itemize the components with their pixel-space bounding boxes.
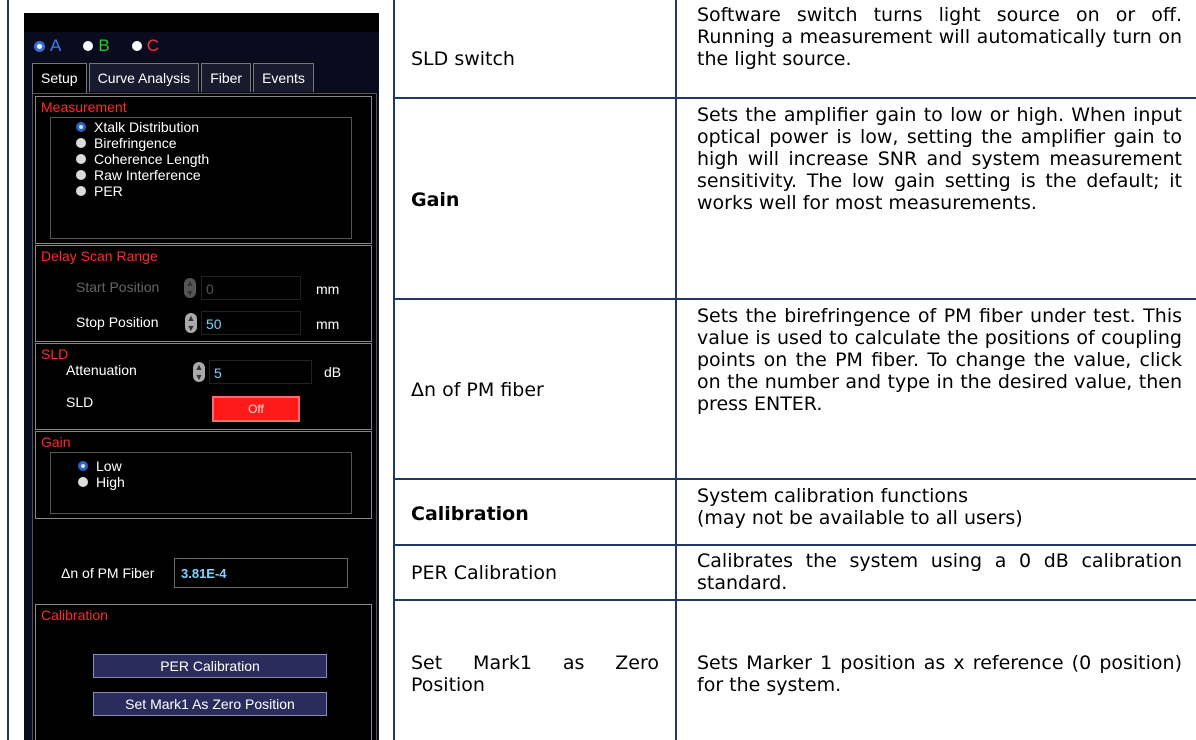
- row-description: Sets the birefringence of PM fiber under…: [697, 305, 1182, 415]
- option-label: Coherence Length: [94, 151, 210, 167]
- channel-selector: A B C: [34, 34, 181, 58]
- row-name: Gain: [411, 189, 460, 211]
- start-position-label: Start Position: [76, 279, 160, 295]
- row-divider: [393, 97, 1196, 99]
- group-title: Delay Scan Range: [41, 248, 158, 264]
- measurement-group: Measurement Xtalk Distribution Birefring…: [35, 96, 372, 244]
- panel-top-bar: [24, 13, 379, 32]
- stop-position-label: Stop Position: [76, 314, 159, 330]
- stop-position-input[interactable]: 50: [201, 311, 301, 335]
- channel-a-radio[interactable]: A: [34, 36, 61, 56]
- measurement-option[interactable]: Raw Interference: [76, 167, 209, 183]
- row-name: Calibration: [411, 503, 529, 525]
- gain-group: Gain Low High: [35, 431, 372, 519]
- stop-unit: mm: [316, 316, 340, 332]
- per-calibration-button[interactable]: PER Calibration: [93, 654, 327, 678]
- row-name: SLD switch: [411, 48, 515, 70]
- tab-bar: Setup Curve Analysis Fiber Events: [32, 63, 316, 94]
- calibration-group: Calibration PER Calibration Set Mark1 As…: [35, 604, 372, 740]
- radio-icon: [76, 186, 86, 196]
- tab-events[interactable]: Events: [253, 63, 314, 92]
- attenuation-spinner-icon[interactable]: ▲ ▼: [193, 362, 205, 382]
- measurement-options: Xtalk Distribution Birefringence Coheren…: [76, 119, 209, 199]
- setup-panel: Measurement Xtalk Distribution Birefring…: [32, 93, 377, 740]
- row-divider: [393, 599, 1196, 601]
- tab-setup[interactable]: Setup: [32, 63, 87, 94]
- radio-selected-icon: [76, 122, 86, 132]
- sld-group: SLD Attenuation ▲ ▼ 5 dB SLD Off: [35, 343, 372, 430]
- row-divider: [393, 478, 1196, 480]
- group-title: Measurement: [41, 99, 127, 115]
- row-description: (may not be available to all users): [697, 507, 1023, 529]
- channel-label: C: [146, 36, 159, 55]
- sld-switch-button[interactable]: Off: [212, 396, 300, 422]
- start-unit: mm: [316, 281, 340, 297]
- radio-icon: [76, 154, 86, 164]
- channel-c-radio[interactable]: C: [131, 36, 159, 56]
- software-screenshot: A B C Setup Curve Analysis Fiber Events …: [24, 13, 379, 740]
- channel-b-radio[interactable]: B: [83, 36, 110, 56]
- radio-selected-icon: [34, 40, 45, 52]
- option-label: Low: [96, 458, 122, 474]
- tab-fiber[interactable]: Fiber: [201, 63, 252, 92]
- row-description: Sets the amplifier gain to low or high. …: [697, 104, 1182, 214]
- gain-options: Low High: [78, 458, 125, 490]
- channel-label: B: [98, 36, 110, 55]
- option-label: Raw Interference: [94, 167, 201, 183]
- channel-label: A: [50, 36, 62, 55]
- row-divider: [393, 298, 1196, 300]
- delay-scan-group: Delay Scan Range Start Position ▲ ▼ 0 mm …: [35, 245, 372, 342]
- dn-label: Δn of PM Fiber: [61, 565, 155, 581]
- row-description: Software switch turns light source on or…: [697, 4, 1182, 70]
- row-description: Calibrates the system using a 0 dB calib…: [697, 550, 1182, 594]
- radio-icon: [76, 170, 86, 180]
- gain-option-low[interactable]: Low: [78, 458, 125, 474]
- document-table: A B C Setup Curve Analysis Fiber Events …: [0, 0, 1196, 740]
- measurement-option[interactable]: Coherence Length: [76, 151, 209, 167]
- row-description: Sets Marker 1 position as x reference (0…: [697, 652, 1182, 696]
- table-border-left: [7, 0, 9, 740]
- radio-icon: [83, 41, 94, 51]
- row-name: PER Calibration: [411, 562, 558, 584]
- group-title: SLD: [41, 346, 69, 362]
- measurement-option[interactable]: PER: [76, 183, 209, 199]
- start-position-input: 0: [201, 276, 301, 300]
- row-name: Set Mark1 as Zero Position: [411, 652, 659, 696]
- radio-selected-icon: [78, 461, 88, 471]
- group-title: Gain: [41, 434, 71, 450]
- group-title: Calibration: [41, 607, 108, 623]
- row-name: Δn of PM fiber: [411, 379, 544, 401]
- option-label: Birefringence: [94, 135, 177, 151]
- dn-value-input[interactable]: 3.81E-4: [174, 558, 348, 588]
- option-label: Xtalk Distribution: [94, 119, 200, 135]
- table-border-col2: [675, 0, 677, 740]
- radio-icon: [131, 41, 142, 51]
- dn-group: Δn of PM Fiber 3.81E-4: [35, 549, 372, 599]
- table-border-col1: [393, 0, 395, 740]
- attenuation-label: Attenuation: [66, 362, 137, 378]
- option-label: High: [96, 474, 125, 490]
- attenuation-input[interactable]: 5: [209, 360, 312, 384]
- radio-icon: [76, 138, 86, 148]
- attenuation-unit: dB: [324, 364, 342, 380]
- option-label: PER: [94, 183, 123, 199]
- radio-icon: [78, 477, 88, 487]
- set-mark1-zero-button[interactable]: Set Mark1 As Zero Position: [93, 692, 327, 716]
- start-spinner-icon: ▲ ▼: [184, 278, 196, 298]
- row-divider: [393, 544, 1196, 546]
- gain-option-high[interactable]: High: [78, 474, 125, 490]
- sld-switch-label: SLD: [66, 394, 94, 410]
- row-description: System calibration functions: [697, 485, 969, 507]
- measurement-option[interactable]: Birefringence: [76, 135, 209, 151]
- measurement-option[interactable]: Xtalk Distribution: [76, 119, 209, 135]
- stop-spinner-icon[interactable]: ▲ ▼: [185, 313, 197, 333]
- tab-curve-analysis[interactable]: Curve Analysis: [88, 63, 200, 92]
